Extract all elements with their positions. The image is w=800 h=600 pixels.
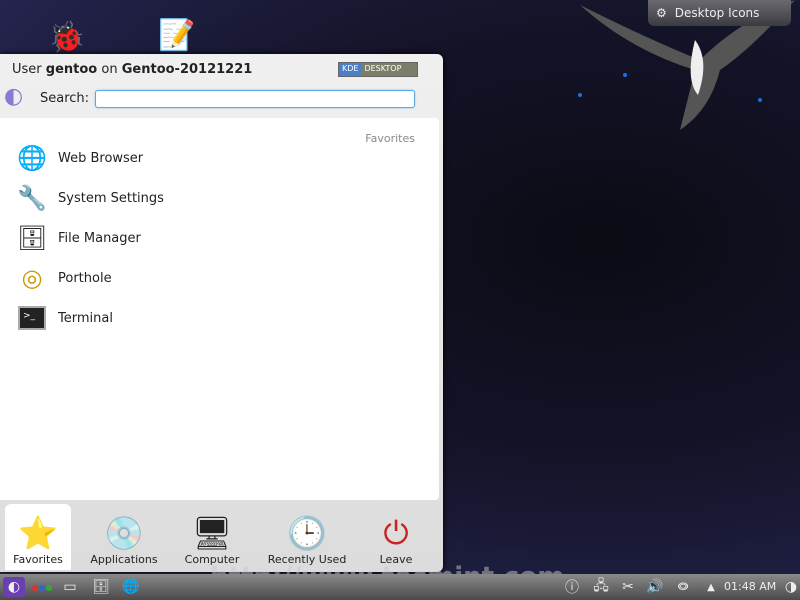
tab-favorites[interactable]: ⭐ Favorites <box>5 504 71 570</box>
item-label: System Settings <box>58 190 164 206</box>
user-header: User gentoo on Gentoo-20121221 <box>12 62 253 77</box>
desktop-icons-button[interactable]: ⚙ Desktop Icons <box>648 0 791 26</box>
pager-icon[interactable]: ▭ <box>58 577 82 597</box>
section-title: Favorites <box>365 132 415 145</box>
favorite-porthole[interactable]: ◎ Porthole <box>16 261 112 295</box>
favorite-terminal[interactable]: >_ Terminal <box>16 301 113 335</box>
search-label: Search: <box>40 91 90 106</box>
kde-desktop-badge: KDE DESKTOP <box>338 62 418 77</box>
favorites-panel: Favorites 🌐 Web Browser 🔧 System Settings … <box>0 118 439 500</box>
power-icon: ⏻ <box>383 514 409 552</box>
clock-document-icon: 🕒 <box>287 514 327 552</box>
clipboard-scissors-icon[interactable]: ✂ <box>618 577 638 597</box>
launcher-button[interactable]: ◐ <box>3 577 25 597</box>
volume-icon[interactable]: 🔊 <box>644 577 666 597</box>
tab-leave[interactable]: ⏻ Leave <box>368 504 424 570</box>
usb-icon[interactable]: ⭖ <box>672 577 694 597</box>
file-cabinet-icon: 🗄 <box>16 224 48 252</box>
favorite-web-browser[interactable]: 🌐 Web Browser <box>16 141 143 175</box>
taskbar: ◐ ● ● ● ▭ 🗄 🌐 ⓘ 🖧 ✂ 🔊 ⭖ ▲ 01:48 AM ◑ <box>0 574 800 600</box>
favorite-file-manager[interactable]: 🗄 File Manager <box>16 221 141 255</box>
activity-dots-icon[interactable]: ● ● ● <box>30 577 54 597</box>
terminal-icon: >_ <box>16 302 48 334</box>
item-label: File Manager <box>58 230 141 246</box>
gear-icon: ⚙ <box>656 6 667 20</box>
clock[interactable]: 01:48 AM <box>724 580 776 593</box>
star-icon: ⭐ <box>18 514 58 552</box>
search-input[interactable] <box>95 90 415 108</box>
network-icon[interactable]: 🖧 <box>590 577 612 597</box>
computer-icon: 🖥 <box>191 514 233 552</box>
favorite-system-settings[interactable]: 🔧 System Settings <box>16 181 164 215</box>
document-desktop-icon[interactable]: 📝 <box>158 18 195 53</box>
gentoo-logo-icon: ◐ <box>4 84 24 109</box>
tab-recently-used[interactable]: 🕒 Recently Used <box>262 504 352 570</box>
file-manager-icon[interactable]: 🗄 <box>90 577 112 597</box>
application-launcher-menu: User gentoo on Gentoo-20121221 KDE DESKTO… <box>0 54 443 572</box>
tab-computer[interactable]: 🖥 Computer <box>178 504 246 570</box>
item-label: Porthole <box>58 270 112 286</box>
tools-icon: 🔧 <box>17 184 47 212</box>
item-label: Terminal <box>58 310 113 326</box>
tab-label: Favorites <box>13 553 63 566</box>
tab-label: Applications <box>90 553 158 566</box>
globe-icon: 🌐 <box>17 144 47 172</box>
notifications-icon[interactable]: ⓘ <box>562 577 582 597</box>
tab-applications[interactable]: 💿 Applications <box>84 504 164 570</box>
applications-icon: 💿 <box>104 514 144 552</box>
porthole-icon: ◎ <box>21 264 43 292</box>
browser-icon[interactable]: 🌐 <box>120 577 142 597</box>
ladybug-desktop-icon[interactable]: 🐞 <box>48 20 85 55</box>
expand-tray-icon[interactable]: ▲ <box>704 577 718 597</box>
desktop-icons-label: Desktop Icons <box>674 6 760 20</box>
item-label: Web Browser <box>58 150 144 166</box>
cashew-icon[interactable]: ◑ <box>782 577 800 597</box>
